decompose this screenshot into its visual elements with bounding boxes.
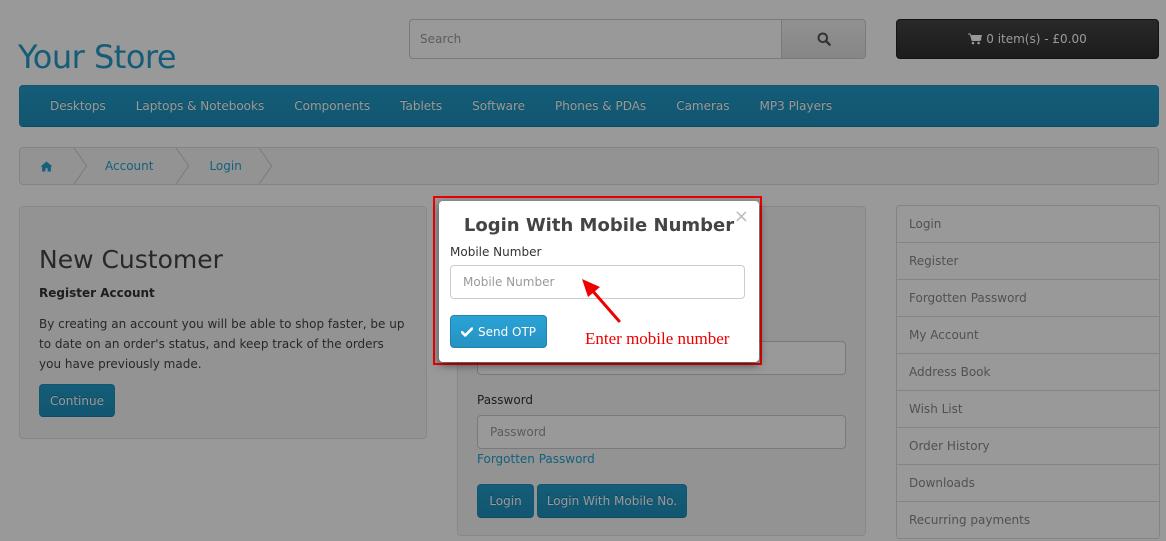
close-icon[interactable]: × [734, 208, 749, 226]
send-otp-label: Send OTP [477, 324, 537, 339]
mobile-login-modal: Login With Mobile Number × Mobile Number… [439, 201, 759, 362]
annotation-text: Enter mobile number [585, 329, 730, 348]
mobile-number-label: Mobile Number [450, 245, 542, 259]
check-icon [460, 326, 473, 337]
modal-title: Login With Mobile Number [463, 215, 735, 236]
page: Your Store 0 item(s) - £0.00 Desktops La… [0, 0, 1166, 541]
send-otp-button[interactable]: Send OTP [450, 315, 547, 348]
annotation-arrow-icon [582, 279, 621, 323]
